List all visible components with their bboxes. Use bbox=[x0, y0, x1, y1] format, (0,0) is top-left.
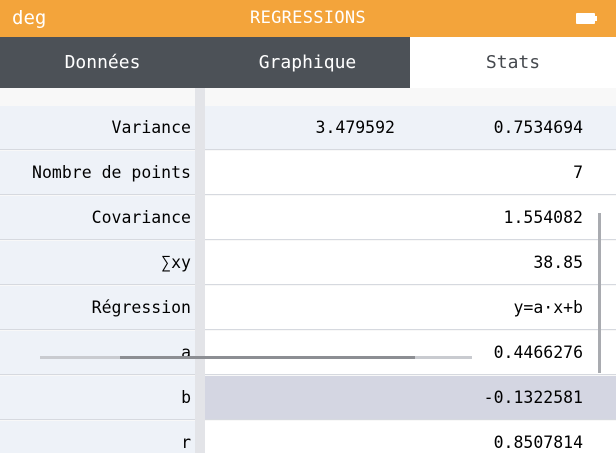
row-label: b bbox=[0, 376, 195, 420]
row-value-series-1[interactable] bbox=[205, 421, 405, 453]
row-value-series-2[interactable]: y=a·x+b bbox=[405, 286, 616, 330]
row-value-series-2[interactable]: 38.85 bbox=[405, 241, 616, 285]
row-value-series-1[interactable] bbox=[205, 196, 405, 240]
stats-table-area: Variance 3.479592 0.7534694 Nombre de po… bbox=[0, 88, 616, 453]
row-value-series-1[interactable] bbox=[205, 241, 405, 285]
row-value-series-2[interactable]: 0.8507814 bbox=[405, 421, 616, 453]
stats-row-r[interactable]: r 0.8507814 bbox=[0, 421, 616, 453]
horizontal-scrollbar-thumb[interactable] bbox=[120, 356, 415, 359]
row-label: Nombre de points bbox=[0, 151, 195, 195]
row-label: Covariance bbox=[0, 196, 195, 240]
title-bar: deg REGRESSIONS bbox=[0, 0, 616, 37]
row-value-series-1[interactable] bbox=[205, 331, 405, 375]
row-value-series-1[interactable]: 3.479592 bbox=[205, 106, 405, 150]
row-label: Régression bbox=[0, 286, 195, 330]
stats-row-a[interactable]: a 0.4466276 bbox=[0, 331, 616, 376]
app-title: REGRESSIONS bbox=[250, 8, 366, 28]
calculator-screen: deg REGRESSIONS Données Graphique Stats … bbox=[0, 0, 616, 453]
stats-row-covariance[interactable]: Covariance 1.554082 bbox=[0, 196, 616, 241]
row-value-series-1[interactable] bbox=[205, 376, 405, 420]
stats-row-nombre-de-points[interactable]: Nombre de points 7 bbox=[0, 151, 616, 196]
row-value-series-2[interactable]: 7 bbox=[405, 151, 616, 195]
vertical-scrollbar[interactable] bbox=[598, 213, 601, 373]
stats-row-b[interactable]: b -0.1322581 bbox=[0, 376, 616, 421]
row-value-series-1[interactable] bbox=[205, 286, 405, 330]
row-value-series-2[interactable]: 0.4466276 bbox=[405, 331, 616, 375]
battery-full-icon bbox=[576, 13, 598, 24]
row-value-series-2[interactable]: 0.7534694 bbox=[405, 106, 616, 150]
row-value-series-2[interactable]: -0.1322581 bbox=[405, 376, 616, 420]
stats-row-regression[interactable]: Régression y=a·x+b bbox=[0, 286, 616, 331]
row-label: r bbox=[0, 421, 195, 453]
stats-row-sum-xy[interactable]: ∑xy 38.85 bbox=[0, 241, 616, 286]
tab-graphique[interactable]: Graphique bbox=[205, 37, 410, 88]
stats-table: Variance 3.479592 0.7534694 Nombre de po… bbox=[0, 106, 616, 453]
tab-stats[interactable]: Stats bbox=[410, 37, 616, 88]
row-label: a bbox=[0, 331, 195, 375]
row-label: Variance bbox=[0, 106, 195, 150]
stats-row-variance[interactable]: Variance 3.479592 0.7534694 bbox=[0, 106, 616, 151]
tab-bar: Données Graphique Stats bbox=[0, 37, 616, 88]
row-value-series-2[interactable]: 1.554082 bbox=[405, 196, 616, 240]
row-label: ∑xy bbox=[0, 241, 195, 285]
row-value-series-1[interactable] bbox=[205, 151, 405, 195]
tab-donnees[interactable]: Données bbox=[0, 37, 205, 88]
